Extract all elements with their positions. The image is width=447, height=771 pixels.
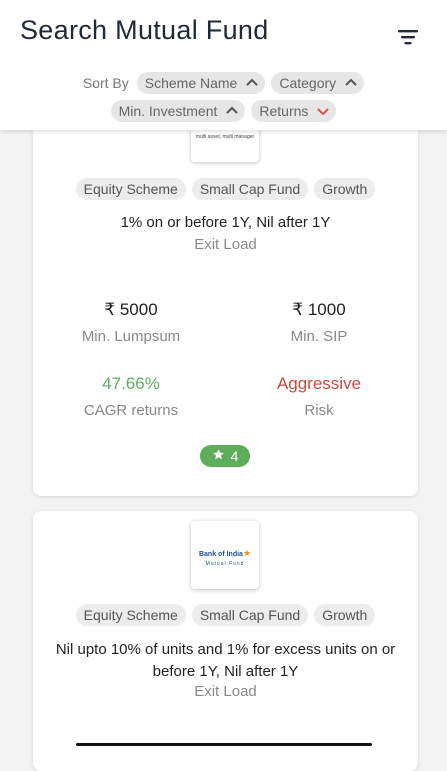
filter-button[interactable] xyxy=(396,27,420,47)
page-title: Search Mutual Fund xyxy=(20,15,269,45)
star-logo-icon: ★ xyxy=(242,548,252,558)
tag-scheme-type: Equity Scheme xyxy=(75,178,186,200)
sort-chip-returns[interactable]: Returns xyxy=(251,100,337,122)
fund-logo: Bank of India★ Mutual Fund xyxy=(191,521,259,589)
sort-label: Sort By xyxy=(82,75,129,91)
app-header: Search Mutual Fund Sort By Scheme Name C… xyxy=(0,0,447,130)
exit-load-value: Nil upto 10% of units and 1% for excess … xyxy=(55,641,396,680)
sort-chip-label: Category xyxy=(279,75,337,91)
risk: Aggressive Risk xyxy=(229,374,409,419)
fund-tags: Equity Scheme Small Cap Fund Growth xyxy=(33,604,418,626)
min-lumpsum-label: Min. Lumpsum xyxy=(81,328,181,345)
exit-load-label: Exit Load xyxy=(194,236,257,253)
chevron-up-icon xyxy=(246,78,259,86)
fund-logo-name: Bank of India xyxy=(198,551,243,558)
rating-value: 4 xyxy=(230,448,239,464)
tag-plan: Growth xyxy=(314,604,376,626)
tag-category: Small Cap Fund xyxy=(191,178,309,200)
cagr-label: CAGR returns xyxy=(83,402,179,419)
chevron-down-icon xyxy=(317,108,330,116)
tag-scheme-type: Equity Scheme xyxy=(75,604,186,626)
fund-card[interactable]: Bank of India★ Mutual Fund Equity Scheme… xyxy=(33,511,418,771)
sort-row: Min. Investment Returns xyxy=(0,100,447,122)
sort-chip-label: Min. Investment xyxy=(118,103,218,119)
fund-logo-name-row: Bank of India★ xyxy=(199,543,251,561)
exit-load-value: 1% on or before 1Y, Nil after 1Y xyxy=(120,214,331,231)
fund-logo-subtext: Mutual Fund xyxy=(205,561,245,567)
fund-tags: Equity Scheme Small Cap Fund Growth xyxy=(33,178,418,200)
sort-chip-category[interactable]: Category xyxy=(271,72,365,94)
tag-category: Small Cap Fund xyxy=(191,604,309,626)
risk-label: Risk xyxy=(304,402,334,419)
star-icon xyxy=(212,448,225,464)
min-lumpsum-value: ₹ 5000 xyxy=(104,300,158,319)
exit-load-label: Exit Load xyxy=(194,683,257,700)
chevron-up-icon xyxy=(345,78,357,86)
rating-badge: 4 xyxy=(200,445,250,467)
sort-chip-min-investment[interactable]: Min. Investment xyxy=(110,100,246,122)
min-sip-label: Min. SIP xyxy=(290,328,348,345)
filter-icon xyxy=(398,30,418,45)
min-sip-value: ₹ 1000 xyxy=(292,300,346,319)
sort-chip-scheme-name[interactable]: Scheme Name xyxy=(136,72,266,94)
min-lumpsum: ₹ 5000 Min. Lumpsum xyxy=(41,300,221,345)
sort-row: Sort By Scheme Name Category xyxy=(0,72,447,94)
tag-plan: Growth xyxy=(314,178,376,200)
chevron-up-icon xyxy=(226,106,239,114)
fund-logo-subtext: multi asset, multi manager xyxy=(195,133,255,140)
sort-chip-label: Scheme Name xyxy=(144,75,238,91)
risk-value: Aggressive xyxy=(276,374,362,393)
sort-chip-label: Returns xyxy=(259,103,309,119)
min-sip: ₹ 1000 Min. SIP xyxy=(229,300,409,345)
cagr-returns: 47.66% CAGR returns xyxy=(41,374,221,419)
cagr-value: 47.66% xyxy=(102,374,160,393)
